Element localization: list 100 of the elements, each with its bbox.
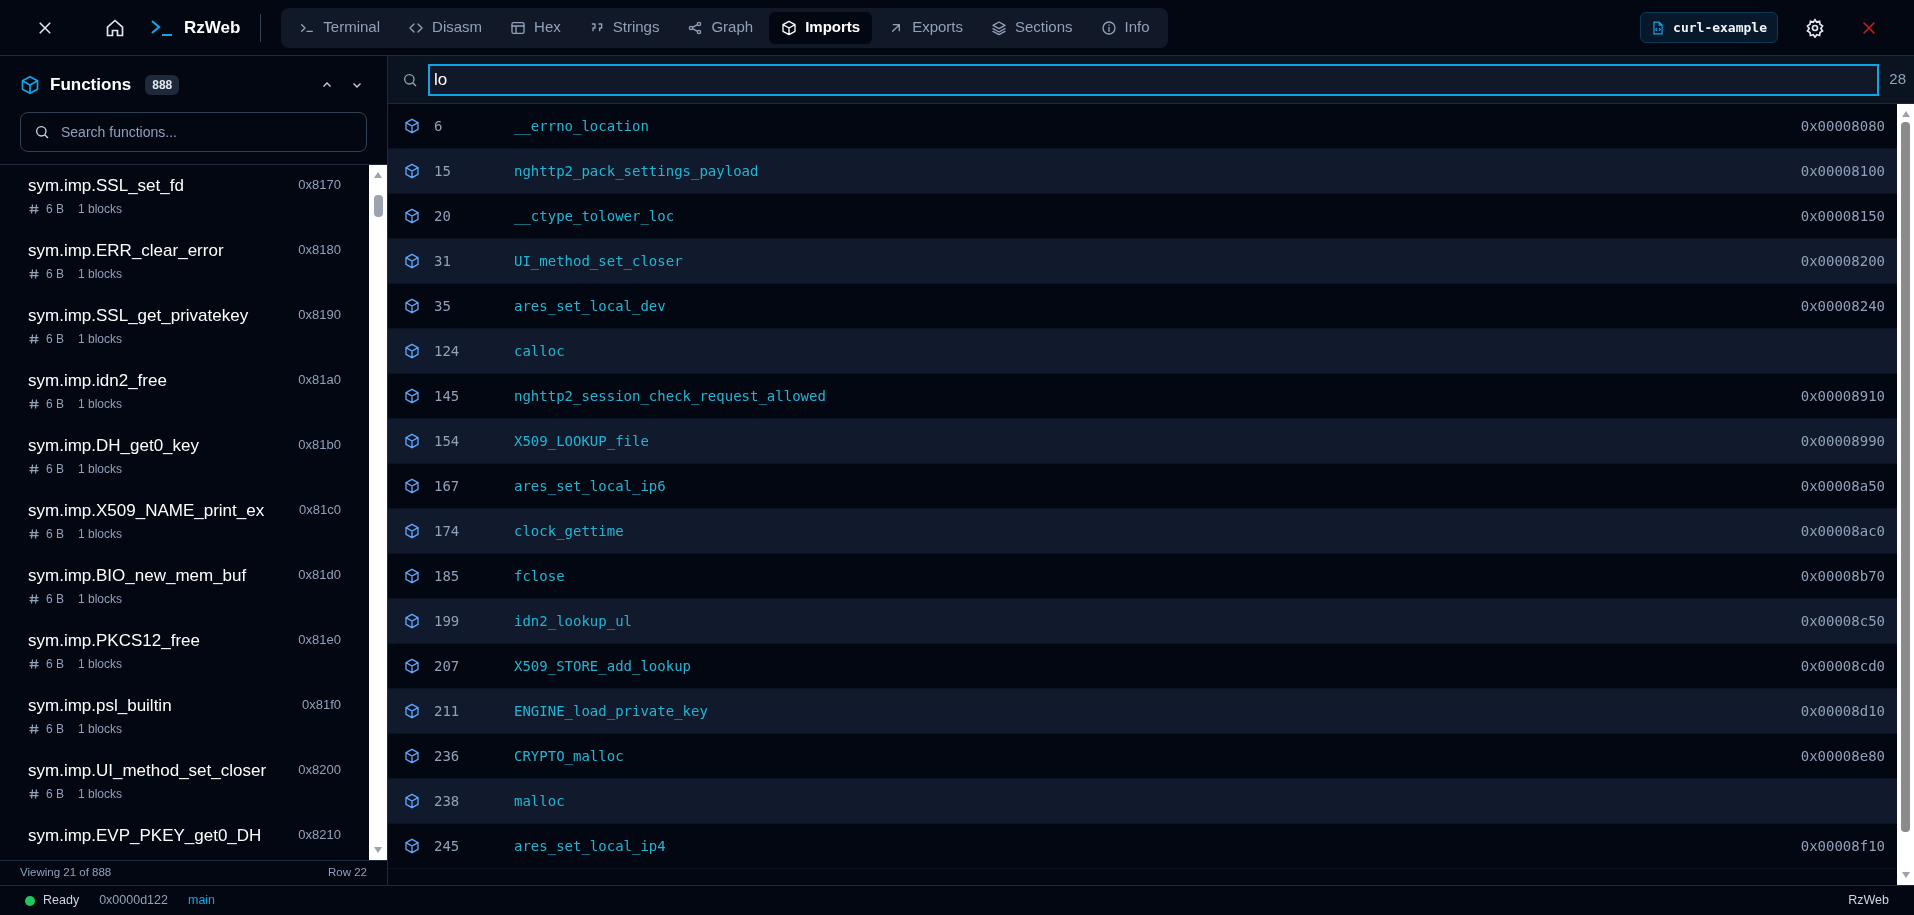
function-name[interactable]: sym.imp.ERR_clear_error: [28, 239, 224, 263]
import-address: 0x00008b70: [1800, 566, 1885, 586]
app-title: RzWeb: [184, 16, 241, 39]
tab[interactable]: Disasm: [396, 11, 495, 44]
scrollbar-thumb[interactable]: [1901, 122, 1910, 832]
function-size: 6 B: [46, 656, 64, 673]
cube-icon: [404, 118, 420, 134]
import-name: ENGINE_load_private_key: [514, 701, 709, 722]
file-chip[interactable]: curl-example: [1640, 12, 1778, 43]
import-address: 0x00008990: [1800, 431, 1885, 451]
import-name: malloc: [514, 791, 566, 811]
cube-icon: [404, 478, 420, 494]
scrollbar[interactable]: [369, 165, 387, 860]
function-name[interactable]: sym.imp.SSL_set_fd: [28, 174, 184, 198]
import-address: 0x00008ac0: [1800, 521, 1885, 541]
import-row[interactable]: 199 idn2_lookup_ul 0x00008c50: [388, 599, 1897, 644]
import-address: 0x00008080: [1800, 116, 1885, 136]
function-address: 0x8210: [298, 826, 341, 844]
block-count: 1 blocks: [78, 786, 123, 803]
tab[interactable]: Hex: [498, 11, 573, 44]
home-icon: [105, 17, 125, 38]
function-address: 0x8200: [298, 761, 341, 779]
block-count: 1 blocks: [78, 396, 123, 413]
tab[interactable]: Graph: [675, 11, 766, 44]
cube-icon: [404, 433, 420, 449]
function-address: 0x81d0: [298, 566, 341, 584]
function-size: 6 B: [46, 786, 64, 803]
ordinal: 154: [434, 431, 461, 451]
cube-icon: [404, 388, 420, 404]
scroll-down-arrow-icon[interactable]: [1900, 871, 1911, 879]
import-address: 0x00008150: [1800, 206, 1885, 226]
import-row[interactable]: 15 nghttp2_pack_settings_payload 0x00008100: [388, 149, 1897, 194]
block-count: 1 blocks: [78, 656, 123, 673]
function-name[interactable]: sym.imp.X509_NAME_print_ex: [28, 499, 265, 523]
import-address: 0x00008f10: [1800, 836, 1885, 856]
block-count: 1 blocks: [78, 266, 123, 283]
function-address: 0x81f0: [301, 696, 341, 714]
import-name: fclose: [514, 566, 566, 586]
function-size: 6 B: [46, 201, 64, 218]
function-size: 6 B: [46, 526, 64, 543]
function-size: 6 B: [46, 266, 64, 283]
function-name[interactable]: sym.imp.UI_method_set_closer: [28, 759, 267, 783]
cube-icon: [404, 748, 420, 764]
function-name[interactable]: sym.imp.DH_get0_key: [28, 434, 199, 458]
ordinal: 20: [434, 206, 452, 226]
function-name[interactable]: sym.imp.PKCS12_free: [28, 629, 200, 653]
function-name[interactable]: sym.imp.SSL_get_privatekey: [28, 304, 249, 328]
filter-field[interactable]: lo: [428, 63, 1880, 96]
block-count: 1 blocks: [78, 591, 123, 608]
import-row[interactable]: 124 calloc: [388, 329, 1897, 374]
count-badge: 888: [145, 75, 180, 95]
scroll-up-arrow-icon[interactable]: [373, 171, 383, 179]
import-row[interactable]: 211 ENGINE_load_private_key 0x00008d10: [388, 689, 1897, 734]
function-size: 6 B: [46, 721, 64, 738]
tab[interactable]: Strings: [576, 11, 672, 44]
ordinal: 207: [434, 656, 461, 676]
table-icon: [510, 19, 527, 36]
row-indicator: Row 22: [328, 865, 367, 881]
scrollbar-thumb[interactable]: [373, 195, 383, 217]
scrollbar[interactable]: [1897, 104, 1914, 885]
function-name[interactable]: sym.imp.BIO_new_mem_buf: [28, 564, 247, 588]
function-name[interactable]: sym.imp.EVP_PKEY_get0_DH: [28, 824, 262, 848]
import-row[interactable]: 154 X509_LOOKUP_file 0x00008990: [388, 419, 1897, 464]
tab[interactable]: Terminal: [287, 11, 393, 44]
code-file-icon: [1651, 19, 1666, 36]
scroll-up-arrow-icon[interactable]: [1900, 110, 1911, 118]
cube-icon: [404, 703, 420, 719]
viewing-count: Viewing 21 of 888: [20, 865, 112, 881]
cube-icon: [404, 298, 420, 314]
scroll-down-arrow-icon[interactable]: [373, 846, 383, 854]
info-icon: [1100, 19, 1117, 36]
ordinal: 245: [434, 836, 461, 856]
cube-icon: [404, 658, 420, 674]
tab[interactable]: Sections: [979, 11, 1085, 44]
import-name: __ctype_tolower_loc: [514, 206, 676, 227]
import-row[interactable]: 31 UI_method_set_closer 0x00008200: [388, 239, 1897, 284]
function-address: 0x8190: [298, 306, 341, 324]
function-name[interactable]: sym.imp.psl_builtin: [28, 694, 172, 718]
function-address: 0x81b0: [298, 436, 341, 454]
search-field[interactable]: Search functions...: [20, 112, 367, 152]
search-icon: [34, 124, 50, 140]
tab[interactable]: Exports: [876, 11, 975, 44]
tab[interactable]: Info: [1088, 11, 1162, 44]
cube-icon: [404, 208, 420, 224]
layers-icon: [991, 19, 1007, 36]
import-row[interactable]: 238 malloc: [388, 779, 1897, 824]
import-address: 0x00008c50: [1800, 611, 1885, 631]
function-size: 6 B: [46, 396, 64, 413]
ordinal: 124: [434, 341, 461, 361]
ordinal: 31: [434, 251, 452, 271]
import-row[interactable]: 174 clock_gettime 0x00008ac0: [388, 509, 1897, 554]
hash-icon: [28, 723, 40, 735]
import-name: ares_set_local_dev: [514, 296, 667, 317]
import-address: 0x00008240: [1800, 296, 1885, 316]
hash-icon: [28, 658, 40, 670]
function-name[interactable]: sym.imp.idn2_free: [28, 369, 167, 393]
ordinal: 6: [434, 116, 444, 136]
tab[interactable]: Imports: [769, 11, 873, 44]
import-name: X509_LOOKUP_file: [514, 431, 650, 452]
ordinal: 35: [434, 296, 452, 316]
